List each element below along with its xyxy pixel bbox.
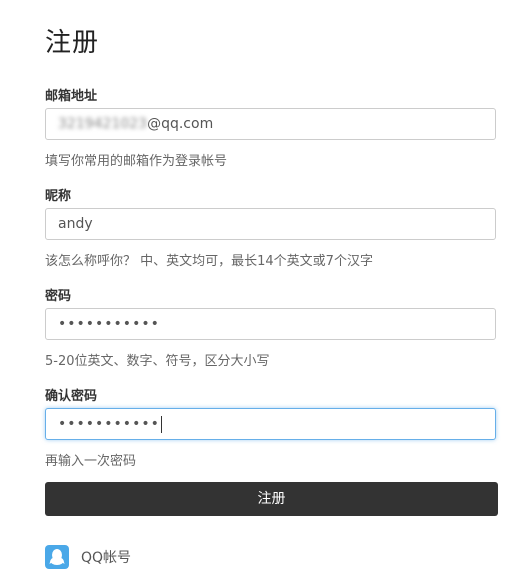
password-hint: 5-20位英文、数字、符号，区分大小写 <box>45 354 270 369</box>
password-label: 密码 <box>45 289 72 304</box>
nickname-label: 昵称 <box>45 189 72 204</box>
confirm-password-value: ••••••••••• <box>58 416 160 432</box>
nickname-field[interactable]: andy <box>45 208 496 240</box>
confirm-password-label: 确认密码 <box>45 389 98 404</box>
nickname-hint: 该怎么称呼你？ 中、英文均可，最长14个英文或7个汉字 <box>45 254 373 269</box>
qq-penguin-icon <box>45 545 69 569</box>
register-page: 注册 邮箱地址 3219421023@qq.com 填写你常用的邮箱作为登录帐号… <box>0 0 532 575</box>
email-domain: @qq.com <box>147 116 214 132</box>
email-hint: 填写你常用的邮箱作为登录帐号 <box>45 154 228 169</box>
email-obscured-part: 3219421023 <box>58 116 148 132</box>
qq-login-link[interactable]: QQ帐号 <box>45 545 131 569</box>
email-label: 邮箱地址 <box>45 89 98 104</box>
nickname-value: andy <box>58 216 93 232</box>
password-field[interactable]: ••••••••••• <box>45 308 496 340</box>
password-value: ••••••••••• <box>58 316 160 332</box>
text-caret <box>160 415 162 433</box>
page-title: 注册 <box>45 28 100 58</box>
confirm-password-field[interactable]: ••••••••••• <box>45 408 496 440</box>
confirm-password-hint: 再输入一次密码 <box>45 454 137 469</box>
register-button[interactable]: 注册 <box>45 482 498 516</box>
qq-login-label: QQ帐号 <box>81 550 132 566</box>
email-field[interactable]: 3219421023@qq.com <box>45 108 496 140</box>
